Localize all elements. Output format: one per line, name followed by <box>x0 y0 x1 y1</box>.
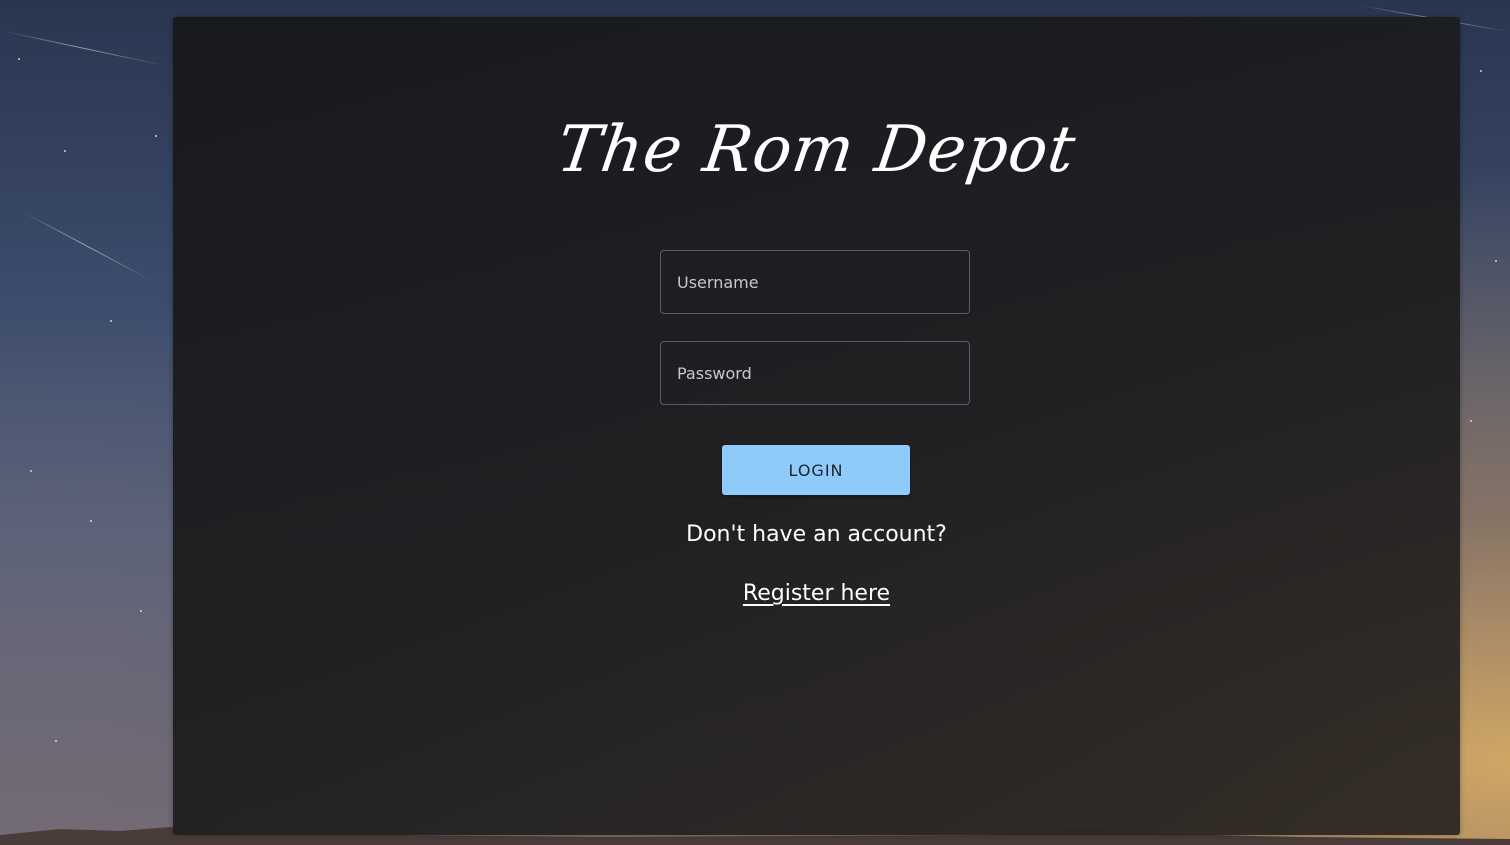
login-panel: The Rom Depot LOGIN Don't have an accoun… <box>173 17 1460 835</box>
signup-prompt: Don't have an account? <box>686 522 947 547</box>
password-field-wrapper <box>660 341 970 405</box>
login-button[interactable]: LOGIN <box>722 445 910 495</box>
register-link-wrapper: Register here <box>173 581 1460 606</box>
brand-logo: The Rom Depot <box>552 113 1081 187</box>
password-input[interactable] <box>661 342 969 404</box>
username-field-wrapper <box>660 250 970 314</box>
username-input[interactable] <box>661 251 969 313</box>
register-link[interactable]: Register here <box>743 581 890 606</box>
